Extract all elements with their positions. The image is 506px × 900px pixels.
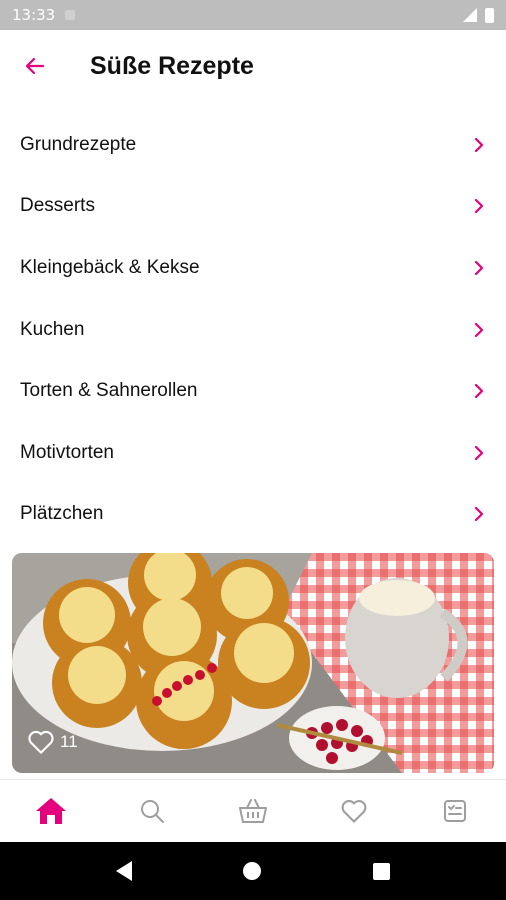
page-title: Süße Rezepte (90, 51, 254, 80)
category-list: Grundrezepte Desserts Kleingebäck & Keks… (0, 114, 506, 545)
nav-search[interactable] (101, 780, 202, 841)
heart-outline-icon (28, 730, 54, 754)
chevron-right-icon (474, 322, 484, 337)
nav-favorites[interactable] (304, 780, 405, 841)
recipe-hero-card[interactable]: 11 (12, 553, 494, 773)
chevron-right-icon (474, 445, 484, 460)
system-recents-icon[interactable] (373, 862, 391, 880)
chevron-right-icon (474, 260, 484, 275)
nav-home[interactable] (0, 780, 101, 841)
chevron-right-icon (474, 137, 484, 152)
battery-icon (485, 7, 494, 23)
category-label: Grundrezepte (20, 133, 137, 155)
back-button[interactable] (0, 30, 70, 102)
status-bar: 13:33 (0, 0, 506, 30)
status-time: 13:33 (12, 6, 56, 24)
likes-counter[interactable]: 11 (26, 729, 78, 755)
likes-count: 11 (60, 732, 78, 751)
system-home-icon[interactable] (243, 862, 262, 880)
category-label: Motivtorten (20, 441, 114, 463)
heart-icon (341, 799, 367, 823)
category-label: Kleingebäck & Kekse (20, 256, 200, 278)
system-back-icon[interactable] (115, 861, 132, 881)
search-icon (140, 799, 164, 823)
recipe-photo (12, 553, 494, 773)
category-item-plaetzchen[interactable]: Plätzchen (0, 484, 506, 546)
notification-icon (65, 10, 76, 20)
category-label: Kuchen (20, 318, 85, 340)
category-item-kleingebaeck[interactable]: Kleingebäck & Kekse (0, 237, 506, 299)
category-item-kuchen[interactable]: Kuchen (0, 299, 506, 361)
arrow-left-icon (25, 57, 45, 75)
category-item-grundrezepte[interactable]: Grundrezepte (0, 114, 506, 176)
system-navigation-bar (0, 842, 506, 900)
category-item-torten[interactable]: Torten & Sahnerollen (0, 360, 506, 422)
category-label: Plätzchen (20, 503, 104, 525)
chevron-right-icon (474, 384, 484, 399)
nav-basket[interactable] (202, 780, 303, 841)
home-icon (35, 797, 66, 824)
signal-icon (463, 8, 477, 22)
nav-shopping-list[interactable] (405, 780, 506, 841)
shopping-list-icon (444, 799, 467, 822)
category-label: Desserts (20, 195, 95, 217)
category-label: Torten & Sahnerollen (20, 380, 198, 402)
basket-icon (239, 798, 267, 823)
bottom-navigation (0, 779, 506, 841)
category-item-motivtorten[interactable]: Motivtorten (0, 422, 506, 484)
chevron-right-icon (474, 507, 484, 522)
chevron-right-icon (474, 199, 484, 214)
category-item-desserts[interactable]: Desserts (0, 176, 506, 238)
app-bar: Süße Rezepte (0, 30, 506, 102)
